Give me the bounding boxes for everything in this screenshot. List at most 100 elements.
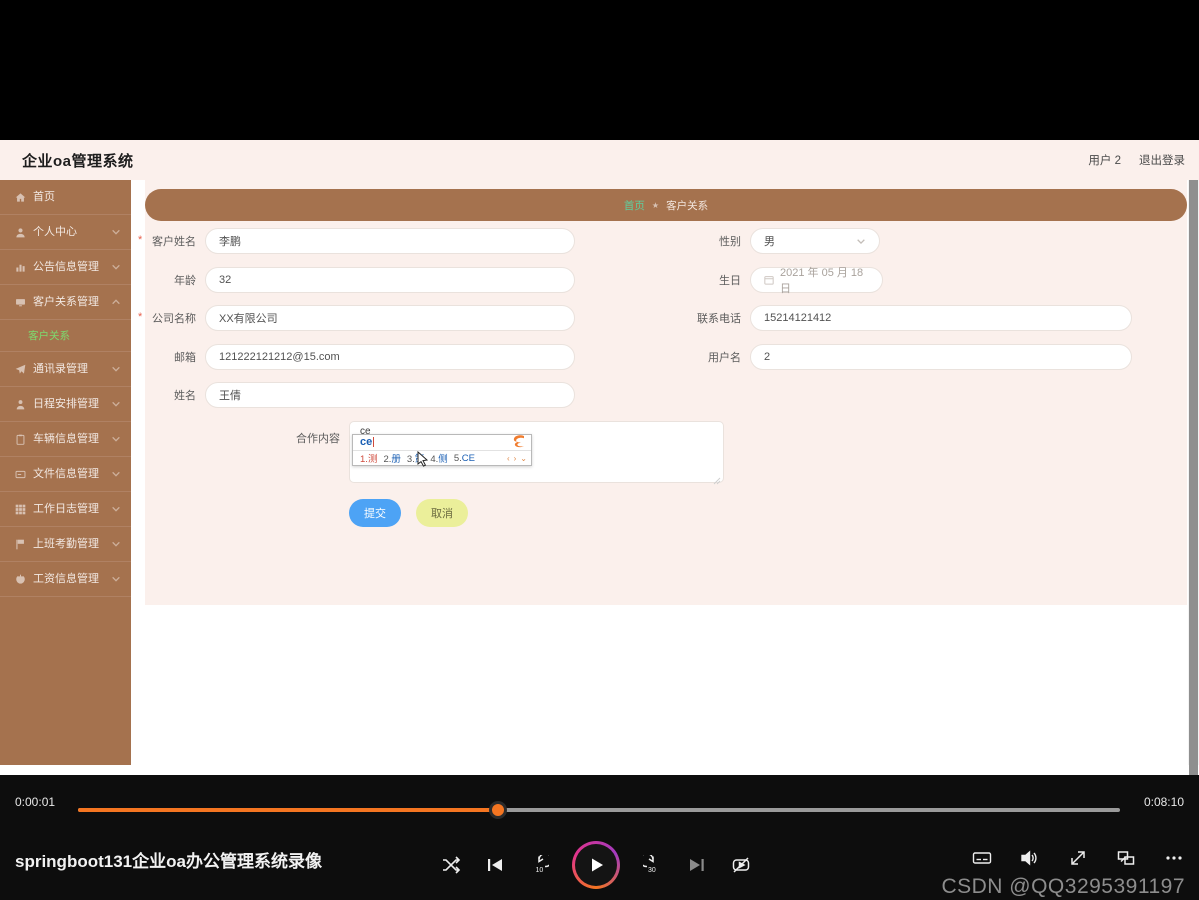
sidebar-item-label: 客户关系管理 xyxy=(33,295,99,308)
chevron-down-icon xyxy=(111,574,121,584)
current-time-label: 0:00:01 xyxy=(15,795,56,809)
text-caret xyxy=(373,437,375,447)
ime-candidate-2[interactable]: 2.册 xyxy=(383,451,400,465)
ime-candidate-1[interactable]: 1.测 xyxy=(360,451,377,465)
video-player-chrome: 0:00:01 0:08:10 springboot131企业oa办公管理系统录… xyxy=(0,775,1199,900)
home-icon xyxy=(14,191,26,203)
birthday-label: 生日 xyxy=(719,274,741,287)
volume-icon[interactable] xyxy=(1019,847,1041,869)
shuffle-icon[interactable] xyxy=(440,854,462,876)
star-icon: ★ xyxy=(651,200,660,210)
phone-label: 联系电话 xyxy=(697,313,741,325)
sidebar-item-customer-relation-mgmt[interactable]: 客户关系管理 xyxy=(0,285,131,320)
ime-candidate-4[interactable]: 4.侧 xyxy=(430,451,447,465)
sidebar-item-label: 首页 xyxy=(33,190,55,203)
customer-form: 客户姓名 李鹏 性别 男 xyxy=(138,228,1187,539)
ime-composition-text: ce xyxy=(360,436,373,448)
sidebar-item-contacts[interactable]: 通讯录管理 xyxy=(0,352,131,387)
send-icon xyxy=(14,363,26,375)
chevron-up-icon xyxy=(111,297,121,307)
video-progress-bar[interactable] xyxy=(78,801,1120,819)
name-input[interactable]: 王倩 xyxy=(205,382,575,408)
video-center-controls: 10 30 xyxy=(440,839,760,891)
folder-icon xyxy=(14,468,26,480)
forward-30-icon[interactable]: 30 xyxy=(642,854,664,876)
customer-name-label: 客户姓名 xyxy=(138,233,205,249)
mouse-cursor xyxy=(417,450,429,467)
autoplay-off-icon[interactable] xyxy=(730,854,752,876)
cancel-button[interactable]: 取消 xyxy=(416,498,468,527)
video-progress-handle[interactable] xyxy=(489,801,507,819)
picture-in-picture-icon[interactable] xyxy=(1115,847,1137,869)
sogou-logo-icon xyxy=(511,434,528,449)
page-scrollbar[interactable] xyxy=(1188,180,1199,775)
ime-page-nav: ‹ › ⌄ xyxy=(507,454,527,463)
ime-expand-icon[interactable]: ⌄ xyxy=(520,454,527,463)
content-label: 合作内容 xyxy=(296,432,340,445)
ime-candidate-5[interactable]: 5.CE xyxy=(454,453,475,464)
previous-track-icon[interactable] xyxy=(484,854,506,876)
form-row-1: 客户姓名 李鹏 性别 男 xyxy=(138,228,1187,267)
username-input[interactable]: 2 xyxy=(750,343,1132,370)
chevron-down-icon xyxy=(111,469,121,479)
sidebar-item-label: 公告信息管理 xyxy=(33,260,99,273)
gender-value: 男 xyxy=(764,236,775,248)
form-row-actions: 提交 取消 xyxy=(145,498,1187,539)
chevron-down-icon xyxy=(111,539,121,549)
flag-icon xyxy=(14,538,26,550)
sidebar-item-label: 上班考勤管理 xyxy=(33,537,99,550)
fullscreen-icon[interactable] xyxy=(1067,847,1089,869)
birthday-date-picker[interactable]: 2021 年 05 月 18 日 xyxy=(750,266,883,295)
sidebar-item-schedule[interactable]: 日程安排管理 xyxy=(0,387,131,422)
play-button[interactable] xyxy=(572,841,620,889)
rewind-10-icon[interactable]: 10 xyxy=(528,854,550,876)
phone-input[interactable]: 15214121412 xyxy=(750,305,1132,331)
email-input[interactable]: 121222121212@15.com xyxy=(205,343,575,370)
ime-next-page-icon[interactable]: › xyxy=(514,454,517,463)
age-input[interactable]: 32 xyxy=(205,266,575,293)
app-header: 企业oa管理系统 用户 2 退出登录 xyxy=(0,140,1199,180)
resize-handle-icon[interactable] xyxy=(713,472,721,484)
birthday-value: 2021 年 05 月 18 日 xyxy=(780,266,864,295)
video-progress-row: 0:00:01 0:08:10 xyxy=(0,785,1199,821)
sidebar-item-vehicle[interactable]: 车辆信息管理 xyxy=(0,422,131,457)
company-name-input[interactable]: XX有限公司 xyxy=(205,305,575,331)
subtitles-icon[interactable] xyxy=(971,847,993,869)
oa-application-window: 企业oa管理系统 用户 2 退出登录 首页 个人中心 公告信息管理 客户关系管理… xyxy=(0,140,1199,775)
more-options-icon[interactable] xyxy=(1163,847,1185,869)
next-track-icon[interactable] xyxy=(686,854,708,876)
sidebar-item-worklog[interactable]: 工作日志管理 xyxy=(0,492,131,527)
customer-name-input[interactable]: 李鹏 xyxy=(205,228,575,254)
calendar-icon xyxy=(764,275,774,285)
breadcrumb-current: 客户关系 xyxy=(666,199,709,212)
screenshot-root: 企业oa管理系统 用户 2 退出登录 首页 个人中心 公告信息管理 客户关系管理… xyxy=(0,0,1199,900)
submit-button[interactable]: 提交 xyxy=(349,498,401,527)
clipboard-icon xyxy=(14,433,26,445)
chevron-down-icon xyxy=(111,262,121,272)
ime-prev-page-icon[interactable]: ‹ xyxy=(507,454,510,463)
sidebar-item-salary[interactable]: 工资信息管理 xyxy=(0,562,131,597)
sidebar-item-announcement[interactable]: 公告信息管理 xyxy=(0,250,131,285)
breadcrumb-home-link[interactable]: 首页 xyxy=(624,198,645,213)
sidebar-subitem-label: 客户关系 xyxy=(28,330,70,342)
sidebar-item-personal-center[interactable]: 个人中心 xyxy=(0,215,131,250)
video-title: springboot131企业oa办公管理系统录像 xyxy=(15,852,322,871)
chevron-down-icon xyxy=(111,434,121,444)
sidebar-item-file[interactable]: 文件信息管理 xyxy=(0,457,131,492)
current-user-label: 用户 2 xyxy=(1088,155,1121,167)
age-label: 年龄 xyxy=(174,274,196,287)
svg-text:30: 30 xyxy=(648,867,656,874)
company-name-label: 公司名称 xyxy=(138,310,205,326)
video-progress-fill xyxy=(78,808,498,812)
sidebar-item-label: 文件信息管理 xyxy=(33,467,99,480)
sidebar-item-label: 日程安排管理 xyxy=(33,397,99,410)
sidebar-item-home[interactable]: 首页 xyxy=(0,180,131,215)
form-row-4: 邮箱 121222121212@15.com 用户名 2 xyxy=(145,343,1187,383)
scrollbar-thumb[interactable] xyxy=(1189,180,1198,775)
sidebar-subitem-customer-relation[interactable]: 客户关系 xyxy=(0,320,131,352)
gender-select[interactable]: 男 xyxy=(750,228,880,254)
sidebar-item-label: 通讯录管理 xyxy=(33,362,88,375)
chevron-down-icon xyxy=(111,227,121,237)
sidebar-item-attendance[interactable]: 上班考勤管理 xyxy=(0,527,131,562)
logout-button[interactable]: 退出登录 xyxy=(1139,152,1185,168)
